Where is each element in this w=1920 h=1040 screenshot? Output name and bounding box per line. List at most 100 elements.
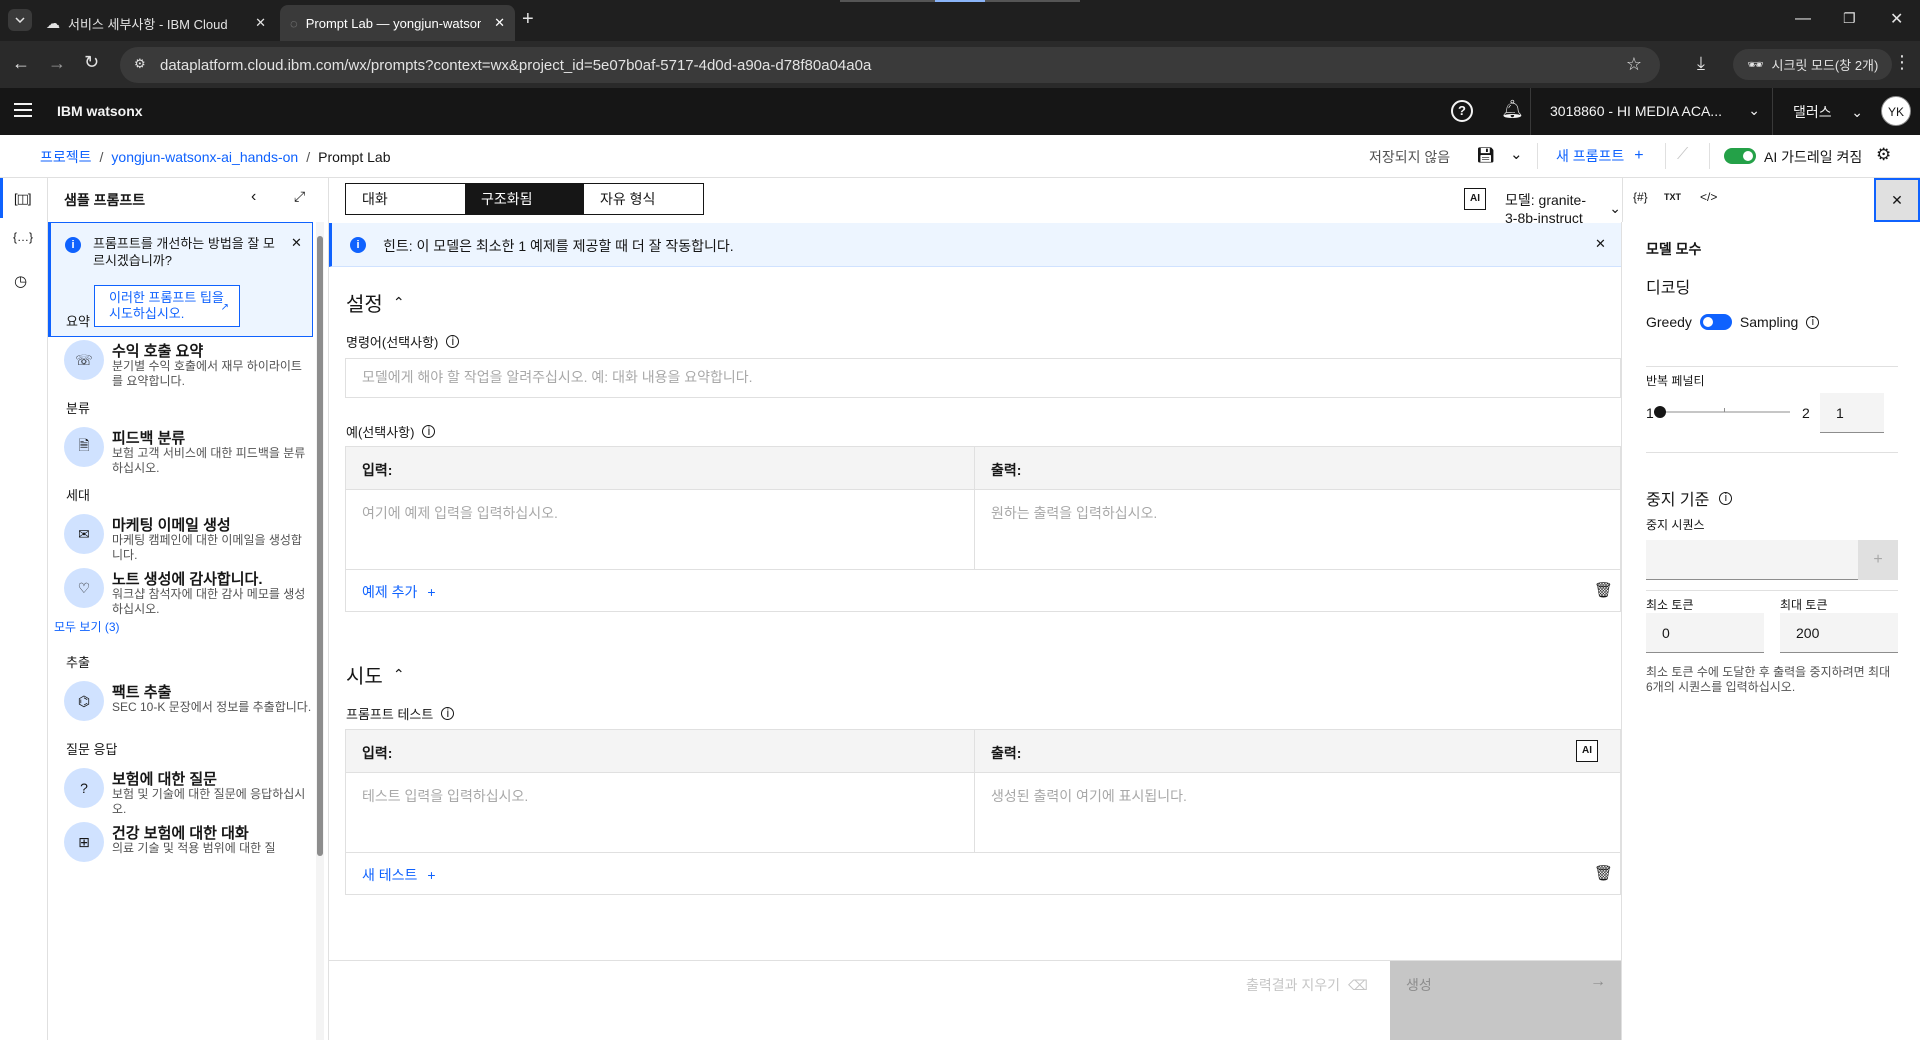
url-field[interactable]: ⚙ dataplatform.cloud.ibm.com/wx/prompts?…: [120, 47, 1660, 83]
back-icon[interactable]: ←: [12, 53, 30, 74]
download-icon[interactable]: ⤓: [1697, 53, 1705, 74]
decoding-toggle-row: Greedy Sampling i: [1646, 314, 1820, 330]
max-tokens-label: 최대 토큰: [1780, 598, 1828, 612]
add-stop-sequence-icon[interactable]: +: [1858, 540, 1898, 580]
bookmark-star-icon[interactable]: ☆: [1626, 54, 1642, 75]
brand-name[interactable]: IBM watsonx: [57, 103, 143, 119]
category-label: 세대: [66, 488, 90, 503]
try-section-header[interactable]: 시도 ⌃: [346, 660, 405, 689]
repetition-label: 반복 페널티: [1646, 374, 1705, 388]
setup-section-header[interactable]: 설정 ⌃: [346, 288, 405, 317]
test-input-field[interactable]: 테스트 입력을 입력하십시오.: [362, 786, 962, 846]
clear-output-button[interactable]: 출력결과 지우기 ⌫: [1246, 975, 1368, 995]
tab-structured[interactable]: 구조화됨: [465, 184, 584, 214]
sample-item[interactable]: ⊞ 건강 보험에 대한 대화 의료 기술 및 적용 범위에 대한 질: [64, 822, 314, 870]
variables-braces-icon[interactable]: {#}: [1633, 190, 1648, 204]
variables-icon[interactable]: {…}: [13, 230, 33, 244]
chevron-down-icon[interactable]: ⌄: [1510, 145, 1523, 163]
close-icon[interactable]: ✕: [1595, 236, 1606, 252]
arrow-right-icon: →: [1590, 973, 1606, 990]
new-prompt-button[interactable]: 새 프롬프트 +: [1556, 146, 1644, 166]
forward-icon[interactable]: →: [48, 53, 66, 74]
new-test-button[interactable]: 새 테스트 +: [362, 865, 436, 885]
input-header: 입력:: [362, 462, 393, 478]
model-selector[interactable]: 모델: granite-3-8b-instruct ⌄: [1505, 190, 1621, 226]
max-tokens-input[interactable]: 200: [1780, 613, 1898, 653]
help-icon[interactable]: ?: [1451, 100, 1473, 122]
code-icon[interactable]: </>: [1700, 190, 1717, 204]
min-tokens-input[interactable]: 0: [1646, 613, 1764, 653]
notification-bell-icon[interactable]: 🔔︎: [1501, 99, 1524, 120]
collapse-chevron-icon[interactable]: ‹: [251, 188, 256, 206]
slider-thumb[interactable]: [1654, 406, 1666, 418]
prompt-tips-link[interactable]: 이러한 프롬프트 팁을 시도하십시오. ↗: [94, 285, 240, 327]
input-header: 입력:: [362, 745, 393, 761]
settings-gear-icon[interactable]: ⚙: [1876, 145, 1891, 165]
tab-chat[interactable]: 대화: [346, 184, 465, 214]
sample-item[interactable]: ✉ 마케팅 이메일 생성 마케팅 캠페인에 대한 이메일을 생성합니다.: [64, 514, 314, 562]
instruction-label: 명령어(선택사항) i: [346, 332, 460, 351]
chart-icon[interactable]: ⟋: [1677, 146, 1688, 164]
repetition-input[interactable]: 1: [1820, 393, 1884, 433]
greedy-label: Greedy: [1646, 314, 1692, 330]
sample-item[interactable]: 🗎︎ 피드백 분류 보험 고객 서비스에 대한 피드백을 분류하십시오.: [64, 427, 314, 475]
new-tab-icon[interactable]: +: [522, 8, 534, 31]
hint-text: 힌트: 이 모델은 최소한 1 예제를 제공할 때 더 잘 작동합니다.: [383, 238, 734, 254]
sample-item[interactable]: ☏ 수익 호출 요약 분기별 수익 호출에서 재무 하이라이트를 요약합니다.: [64, 340, 314, 388]
save-icon[interactable]: 💾︎: [1476, 146, 1495, 164]
breadcrumb-projects[interactable]: 프로젝트: [40, 147, 92, 167]
close-icon[interactable]: ✕: [255, 15, 266, 31]
guardrail-toggle[interactable]: [1724, 148, 1756, 164]
unsaved-status: 저장되지 않음: [1369, 149, 1451, 165]
example-output-field[interactable]: 원하는 출력을 입력하십시오.: [991, 503, 1591, 563]
sample-prompts-icon[interactable]: [◫]: [14, 191, 31, 207]
stop-sequence-input[interactable]: [1646, 540, 1858, 580]
close-panel-icon[interactable]: ✕: [1874, 178, 1920, 222]
account-switcher[interactable]: 3018860 - HI MEDIA ACA... ⌄: [1550, 102, 1760, 119]
sample-item[interactable]: ♡ 노트 생성에 감사합니다. 워크샵 참석자에 대한 감사 메모를 생성하십시…: [64, 568, 314, 616]
region-switcher[interactable]: 댈러스 ⌄: [1793, 102, 1863, 122]
example-input-field[interactable]: 여기에 예제 입력을 입력하십시오.: [362, 503, 962, 563]
params-title: 모델 모수: [1646, 241, 1702, 257]
breadcrumb-bar: 프로젝트 / yongjun-watsonx-ai_hands-on / Pro…: [0, 135, 1920, 178]
repetition-slider[interactable]: [1654, 406, 1790, 418]
phone-icon: ☏: [64, 340, 104, 380]
scrollbar[interactable]: [316, 222, 324, 1040]
window-close-icon[interactable]: ✕: [1890, 9, 1903, 29]
close-icon[interactable]: ✕: [291, 235, 302, 251]
ai-badge-icon: AI: [1464, 188, 1486, 210]
test-output-field: 생성된 출력이 여기에 표시됩니다.: [991, 788, 1187, 804]
reload-icon[interactable]: ↻: [84, 52, 99, 73]
site-info-icon[interactable]: ⚙: [134, 56, 146, 72]
category-label: 분류: [66, 401, 90, 416]
browser-tab-active[interactable]: ◌ Prompt Lab — yongjun-watsonx ✕: [280, 5, 515, 41]
info-icon: i: [65, 237, 81, 253]
sample-item[interactable]: ? 보험에 대한 질문 보험 및 기술에 대한 질문에 응답하십시오.: [64, 768, 314, 816]
network-icon: ⌬: [64, 681, 104, 721]
avatar[interactable]: YK: [1881, 96, 1911, 126]
decoding-toggle[interactable]: [1699, 314, 1732, 330]
breadcrumb-project[interactable]: yongjun-watsonx-ai_hands-on: [111, 149, 298, 165]
email-icon: ✉: [64, 514, 104, 554]
expand-icon[interactable]: ⤢: [294, 188, 305, 205]
close-icon[interactable]: ✕: [494, 15, 505, 31]
hamburger-menu-icon[interactable]: [14, 102, 32, 118]
restore-icon[interactable]: ❐: [1843, 10, 1856, 27]
trash-icon[interactable]: 🗑︎: [1594, 581, 1613, 599]
tab-search-icon[interactable]: [8, 9, 32, 31]
generate-button[interactable]: 생성 →: [1390, 961, 1621, 1040]
instruction-input[interactable]: 모델에게 해야 할 작업을 알려주십시오. 예: 대화 내용을 요약합니다.: [345, 358, 1621, 398]
tab-freeform[interactable]: 자유 형식: [584, 184, 703, 214]
minimize-icon[interactable]: —: [1795, 10, 1811, 28]
tab-label: Prompt Lab — yongjun-watsonx: [305, 15, 481, 31]
add-example-button[interactable]: 예제 추가 +: [362, 582, 436, 602]
category-label: 요약: [66, 314, 90, 329]
browser-menu-icon[interactable]: ⋮: [1893, 52, 1911, 73]
sample-item[interactable]: ⌬ 팩트 추출 SEC 10-K 문장에서 정보를 추출합니다.: [64, 681, 314, 729]
browser-tab[interactable]: ☁ 서비스 세부사항 - IBM Cloud ✕: [36, 5, 276, 41]
txt-export-icon[interactable]: TXT: [1664, 192, 1681, 202]
view-all-link[interactable]: 모두 보기 (3): [54, 618, 120, 635]
trash-icon[interactable]: 🗑︎: [1594, 864, 1613, 882]
history-icon[interactable]: ◷: [14, 272, 27, 290]
incognito-badge[interactable]: 🕶 시크릿 모드(창 2개): [1733, 49, 1893, 80]
